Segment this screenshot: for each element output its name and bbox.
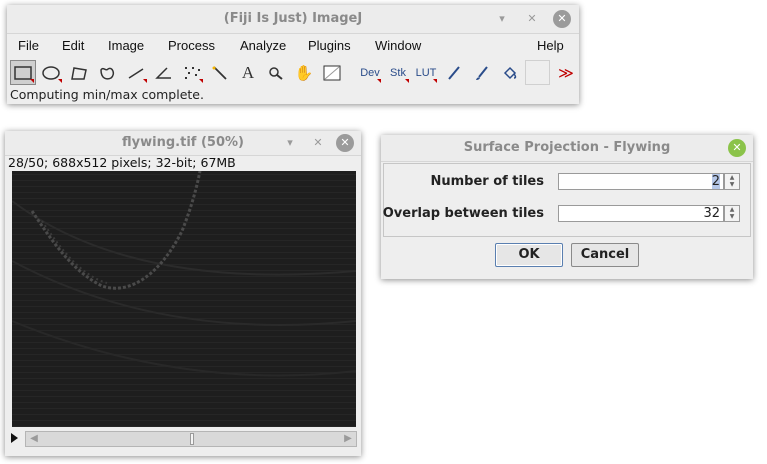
slice-scrollbar-row: ◀ ▶ [5,431,361,449]
menu-help[interactable]: Help [537,38,564,53]
color-picker-tool-icon[interactable] [319,60,345,85]
surface-projection-dialog: Surface Projection - Flywing ✕ Number of… [381,135,753,279]
point-tool-icon[interactable] [179,60,205,85]
wand-tool-icon[interactable] [207,60,233,85]
slice-scrollbar[interactable]: ◀ ▶ [25,431,357,447]
status-text: Computing min/max complete. [10,87,204,102]
lut-tool-menu[interactable]: LUT [413,60,439,85]
text-tool-icon[interactable]: A [235,60,261,85]
rectangle-tool-icon[interactable] [10,60,36,85]
menu-process[interactable]: Process [168,38,215,53]
number-of-tiles-field[interactable]: 2 [558,173,724,190]
line-tool-icon[interactable] [123,60,149,85]
scroll-left-icon[interactable]: ◀ [27,433,41,445]
scroll-right-icon[interactable]: ▶ [341,433,355,445]
overlap-spinner[interactable]: ▲ ▼ [724,205,740,222]
dialog-title: Surface Projection - Flywing [463,140,671,155]
ok-button[interactable]: OK [495,243,563,267]
menu-image[interactable]: Image [108,38,144,53]
number-of-tiles-spinner[interactable]: ▲ ▼ [724,173,740,190]
menu-bar: File Edit Image Process Analyze Plugins … [7,34,579,59]
empty-tool-slot [525,60,550,85]
menu-window[interactable]: Window [375,38,421,53]
main-titlebar[interactable]: (Fiji Is Just) ImageJ ▾ ✕ ✕ [7,5,579,34]
close-icon[interactable]: ✕ [728,139,746,157]
brush-tool-icon[interactable] [469,60,495,85]
cancel-button[interactable]: Cancel [571,243,639,267]
dialog-fields: Number of tiles 2 ▲ ▼ Overlap between til… [383,163,751,237]
minimize-icon[interactable]: ▾ [493,10,511,28]
number-of-tiles-label: Number of tiles [430,174,544,189]
oval-tool-icon[interactable] [38,60,64,85]
overlap-label: Overlap between tiles [382,206,544,221]
stk-tool-menu[interactable]: Stk [385,60,411,85]
magnifier-tool-icon[interactable] [263,60,289,85]
image-window: flywing.tif (50%) ▾ ✕ ✕ 28/50; 688x512 p… [5,131,361,456]
toolbar: A ✋ Dev Stk LUT ≫ [7,60,579,87]
polygon-tool-icon[interactable] [66,60,92,85]
menu-analyze[interactable]: Analyze [240,38,286,53]
image-titlebar[interactable]: flywing.tif (50%) ▾ ✕ ✕ [5,131,361,156]
dialog-titlebar[interactable]: Surface Projection - Flywing ✕ [381,135,753,162]
more-tools-icon[interactable]: ≫ [553,60,579,85]
imagej-main-window: (Fiji Is Just) ImageJ ▾ ✕ ✕ File Edit Im… [7,5,579,104]
close-icon[interactable]: ✕ [336,134,354,152]
image-canvas[interactable] [12,171,356,427]
image-window-title: flywing.tif (50%) [122,135,244,150]
dev-tool-menu[interactable]: Dev [357,60,383,85]
slice-scroll-thumb[interactable] [190,433,194,445]
close-icon[interactable]: ✕ [553,10,571,28]
freehand-tool-icon[interactable] [94,60,120,85]
main-window-title: (Fiji Is Just) ImageJ [223,11,363,26]
minimize-icon[interactable]: ▾ [281,134,299,152]
maximize-icon[interactable]: ✕ [309,134,327,152]
menu-plugins[interactable]: Plugins [308,38,351,53]
overlap-field[interactable]: 32 [558,205,724,222]
flywing-image [12,171,356,427]
menu-file[interactable]: File [18,38,39,53]
angle-tool-icon[interactable] [151,60,177,85]
menu-edit[interactable]: Edit [62,38,84,53]
hand-tool-icon[interactable]: ✋ [291,60,317,85]
play-icon[interactable] [11,433,18,443]
pencil-tool-icon[interactable] [441,60,467,85]
image-info: 28/50; 688x512 pixels; 32-bit; 67MB [8,155,236,170]
flood-fill-tool-icon[interactable] [497,60,523,85]
maximize-icon[interactable]: ✕ [523,10,541,28]
